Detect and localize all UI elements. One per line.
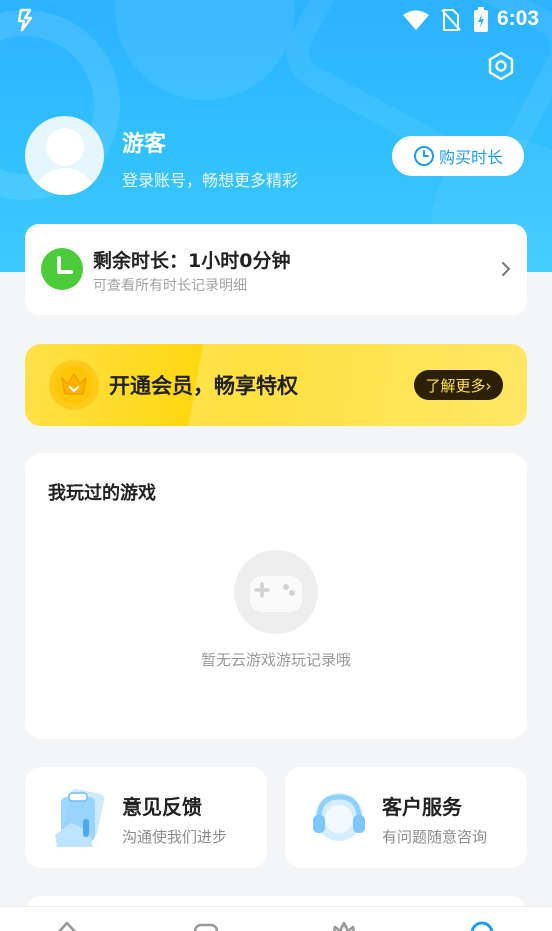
feedback-icon [55, 788, 105, 847]
buy-time-button[interactable]: 购买时长 [392, 136, 524, 176]
avatar[interactable] [25, 116, 104, 195]
settings-icon[interactable] [485, 50, 517, 82]
empty-games-text: 暂无云游戏游玩记录哦 [200, 651, 351, 669]
learn-more-button[interactable]: 了解更多› [414, 370, 503, 400]
clock-icon [413, 146, 434, 166]
crown-icon [49, 360, 99, 410]
feedback-title: 意见反馈 [122, 795, 202, 819]
customer-service-card[interactable]: 客户服务 有问题随意咨询 [285, 767, 527, 868]
status-bar: 6:03 [0, 0, 552, 40]
controller-icon[interactable] [191, 919, 221, 931]
app-logo-icon [17, 8, 33, 32]
chevron-right-icon [502, 262, 511, 276]
empty-games-icon [234, 550, 318, 634]
profile-icon[interactable] [467, 919, 497, 931]
played-games-card: 我玩过的游戏 暂无云游戏游玩记录哦 [25, 453, 527, 739]
feedback-card[interactable]: 意见反馈 沟通使我们进步 [25, 767, 267, 868]
customer-service-title: 客户服务 [382, 795, 462, 819]
home-icon[interactable] [52, 919, 82, 931]
wifi-icon [403, 10, 429, 30]
remaining-time-card[interactable]: 剩余时长：1小时0分钟 可查看所有时长记录明细 [25, 224, 527, 315]
feedback-desc: 沟通使我们进步 [122, 828, 228, 846]
clock-icon [41, 248, 83, 290]
headset-icon [313, 793, 365, 841]
no-sim-icon [441, 9, 461, 31]
remaining-time-title: 剩余时长：1小时0分钟 [93, 250, 291, 272]
gamepad-icon [250, 576, 302, 612]
user-name[interactable]: 游客 [122, 126, 166, 158]
remaining-time-desc: 可查看所有时长记录明细 [93, 278, 247, 294]
avatar-body [33, 168, 96, 195]
customer-service-desc: 有问题随意咨询 [382, 828, 488, 846]
bottom-nav [0, 906, 552, 931]
login-prompt[interactable]: 登录账号，畅想更多精彩 [122, 167, 298, 191]
vip-banner-text: 开通会员，畅享特权 [109, 374, 298, 398]
vip-banner[interactable]: 开通会员，畅享特权 了解更多› [25, 344, 527, 426]
avatar-head [46, 128, 84, 166]
played-games-title: 我玩过的游戏 [48, 483, 156, 504]
buy-time-label: 购买时长 [438, 148, 503, 167]
crown-icon[interactable] [329, 919, 359, 931]
clock-time: 6:03 [497, 7, 540, 30]
battery-charging-icon [474, 7, 488, 32]
